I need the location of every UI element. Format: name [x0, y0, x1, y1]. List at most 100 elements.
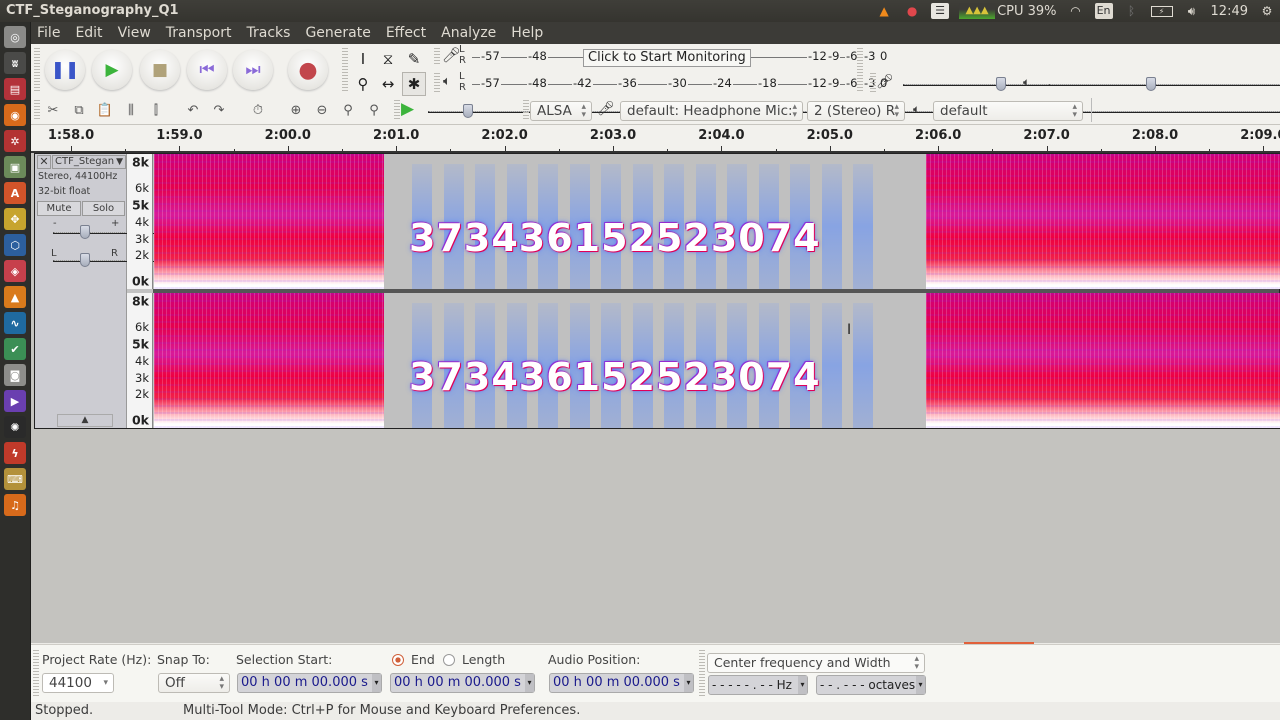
- selection-tool[interactable]: I: [351, 47, 375, 71]
- selection-end-field[interactable]: 00 h 00 m 00.000 s ▾: [390, 673, 535, 693]
- settings-tools-icon[interactable]: ✲: [4, 130, 26, 152]
- transport-toolbar-grip[interactable]: [34, 48, 40, 92]
- recording-channels-select[interactable]: 2 (Stereo) R ▴ ▾: [807, 101, 905, 121]
- spectral-toolbar-grip[interactable]: [699, 650, 705, 696]
- archive-manager-icon[interactable]: ▤: [4, 78, 26, 100]
- zoom-out-icon[interactable]: ⊖: [310, 99, 334, 121]
- end-radio[interactable]: [392, 654, 404, 666]
- draw-tool[interactable]: ✎: [402, 47, 426, 71]
- collapse-track-button[interactable]: ▲: [57, 414, 113, 427]
- time-shift-tool[interactable]: ↔: [376, 72, 400, 96]
- play-at-speed-grip[interactable]: [394, 100, 400, 120]
- virtualbox-icon[interactable]: ⬡: [4, 234, 26, 256]
- solo-button[interactable]: Solo: [82, 201, 125, 216]
- redo-icon[interactable]: ↷: [207, 99, 231, 121]
- playback-meter-grip[interactable]: [434, 73, 440, 93]
- menu-help[interactable]: Help: [505, 25, 552, 41]
- track-close-button[interactable]: ✕: [37, 155, 51, 169]
- list-icon[interactable]: ☰: [931, 3, 950, 19]
- edit-toolbar-grip[interactable]: [34, 100, 40, 120]
- recording-volume-slider[interactable]: [903, 76, 1280, 92]
- vlc-launcher-icon[interactable]: ▲: [4, 286, 26, 308]
- keyboard-layout-icon[interactable]: En: [1094, 3, 1113, 19]
- software-center-icon[interactable]: A: [4, 182, 26, 204]
- menu-analyze[interactable]: Analyze: [435, 25, 505, 41]
- bird-app-icon[interactable]: ʬ: [4, 52, 26, 74]
- record-button[interactable]: ●: [288, 50, 328, 90]
- fit-project-icon[interactable]: ⚲: [362, 99, 386, 121]
- selection-toolbar-grip[interactable]: [33, 650, 39, 696]
- zoom-tool[interactable]: ⚲: [351, 72, 375, 96]
- skip-to-end-button[interactable]: ⏭: [233, 50, 273, 90]
- playback-meter[interactable]: -57-48-42-36-30-24-18-12-9-6-30: [472, 73, 889, 95]
- frequency-axis-left[interactable]: 8k 6k 5k 4k 3k 2k 0k: [127, 154, 153, 289]
- screen-recorder-icon[interactable]: ●: [903, 3, 921, 19]
- playback-device-select[interactable]: default ▴ ▾: [933, 101, 1083, 121]
- snap-to-select[interactable]: Off ▴ ▾: [158, 673, 230, 693]
- timeline-ruler[interactable]: 1:58.0 1:59.0 2:00.0 2:01.0 2:02.0 2:03.0 2:04…: [31, 125, 1280, 153]
- menu-effect[interactable]: Effect: [380, 25, 435, 41]
- volume-icon[interactable]: 🔊︎: [1183, 3, 1201, 19]
- silence-audio-icon[interactable]: ⫿: [144, 99, 168, 121]
- pause-button[interactable]: ❚❚: [45, 50, 85, 90]
- spectral-selection-mode-select[interactable]: Center frequency and Width ▴ ▾: [707, 653, 925, 673]
- menu-tracks[interactable]: Tracks: [241, 25, 300, 41]
- cut-icon[interactable]: ✂: [41, 99, 65, 121]
- scanner-app-icon[interactable]: ⌨: [4, 468, 26, 490]
- device-toolbar-grip[interactable]: [523, 100, 529, 120]
- multi-tool[interactable]: ✱: [402, 72, 426, 96]
- track-name-menu[interactable]: CTF_Stegan ▼: [52, 155, 126, 169]
- oscilloscope-icon[interactable]: ∿: [4, 312, 26, 334]
- menu-view[interactable]: View: [112, 25, 160, 41]
- track-gain-slider[interactable]: [53, 224, 1280, 240]
- stop-button[interactable]: ■: [140, 50, 180, 90]
- vlc-icon[interactable]: ▲: [875, 3, 893, 19]
- video-editor-icon[interactable]: ▶: [4, 390, 26, 412]
- firefox-icon[interactable]: ◉: [4, 104, 26, 126]
- playback-volume-slider[interactable]: [1049, 76, 1280, 92]
- skip-to-start-button[interactable]: ⏮: [187, 50, 227, 90]
- flash-app-icon[interactable]: ϟ: [4, 442, 26, 464]
- center-frequency-field[interactable]: - - - - - . - - Hz ▾: [708, 675, 808, 695]
- menu-generate[interactable]: Generate: [299, 25, 379, 41]
- frequency-width-field[interactable]: - - . - - - octaves ▾: [816, 675, 926, 695]
- spectrogram-right-channel[interactable]: 373436152523074: [154, 293, 1280, 428]
- frequency-axis-right[interactable]: 8k 6k 5k 4k 3k 2k 0k: [127, 293, 153, 428]
- sync-lock-icon[interactable]: ⏱: [246, 99, 270, 121]
- dash-icon[interactable]: ◎: [4, 26, 26, 48]
- spectrogram-left-channel[interactable]: 373436152523074: [154, 154, 1280, 289]
- battery-icon[interactable]: ⚡: [1150, 5, 1173, 17]
- length-radio[interactable]: [443, 654, 455, 666]
- copy-icon[interactable]: ⧉: [67, 99, 91, 121]
- menu-edit[interactable]: Edit: [69, 25, 111, 41]
- camera-app-icon[interactable]: ◙: [4, 364, 26, 386]
- selection-start-field[interactable]: 00 h 00 m 00.000 s ▾: [237, 673, 382, 693]
- menu-file[interactable]: File: [31, 25, 69, 41]
- fit-selection-icon[interactable]: ⚲: [336, 99, 360, 121]
- paste-icon[interactable]: 📋: [93, 99, 117, 121]
- wifi-icon[interactable]: ◠: [1067, 3, 1085, 19]
- envelope-tool[interactable]: ⧖: [376, 47, 400, 71]
- audio-host-select[interactable]: ALSA ▴ ▾: [530, 101, 592, 121]
- tag-app-icon[interactable]: ◈: [4, 260, 26, 282]
- bluetooth-icon[interactable]: ᛒ: [1123, 3, 1141, 19]
- play-button[interactable]: ▶: [92, 50, 132, 90]
- trim-audio-icon[interactable]: ⫼: [119, 99, 143, 121]
- system-monitor-icon[interactable]: ▲▲▲: [959, 3, 996, 19]
- audio-position-field[interactable]: 00 h 00 m 00.000 s ▾: [549, 673, 694, 693]
- project-rate-select[interactable]: 44100 ▾: [42, 673, 114, 693]
- puzzle-app-icon[interactable]: ✥: [4, 208, 26, 230]
- settings-gear-icon[interactable]: ⚙: [1258, 3, 1276, 19]
- menu-transport[interactable]: Transport: [160, 25, 241, 41]
- play-at-speed-slider[interactable]: [428, 103, 1280, 119]
- undo-icon[interactable]: ↶: [181, 99, 205, 121]
- zoom-in-icon[interactable]: ⊕: [284, 99, 308, 121]
- record-meter-grip[interactable]: [434, 48, 440, 66]
- tools-toolbar-grip[interactable]: [342, 48, 348, 92]
- audacity-icon[interactable]: ♫: [4, 494, 26, 516]
- monitor-tooltip[interactable]: Click to Start Monitoring: [583, 49, 751, 67]
- play-at-speed-button[interactable]: ▶: [401, 99, 414, 119]
- recording-device-select[interactable]: default: Headphone Mic: ▴ ▾: [620, 101, 803, 121]
- track-pan-slider[interactable]: [53, 252, 1280, 268]
- bug-app-icon[interactable]: ✺: [4, 416, 26, 438]
